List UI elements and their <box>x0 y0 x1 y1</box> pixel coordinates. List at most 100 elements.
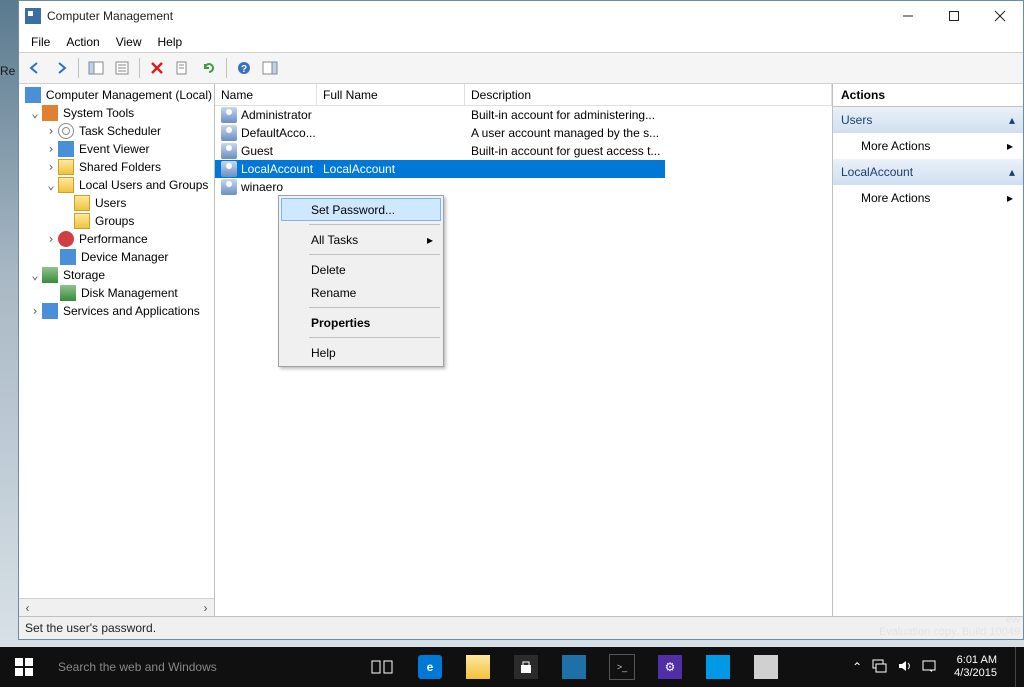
menu-all-tasks[interactable]: All Tasks▸ <box>281 228 441 251</box>
user-icon <box>221 107 237 123</box>
menu-properties[interactable]: Properties <box>281 311 441 334</box>
tree-performance[interactable]: Performance <box>77 232 150 246</box>
menu-delete[interactable]: Delete <box>281 258 441 281</box>
scroll-right-icon[interactable]: › <box>197 599 214 616</box>
list-body[interactable]: Administrator Built-in account for admin… <box>215 106 832 616</box>
submenu-arrow-icon: ▸ <box>427 233 433 247</box>
background-window-sliver: Re <box>0 30 18 640</box>
menu-file[interactable]: File <box>23 33 58 51</box>
tree-storage[interactable]: Storage <box>61 268 107 282</box>
taskbar-apps: e >_ ⚙ <box>358 647 790 687</box>
tree-device-manager[interactable]: Device Manager <box>79 250 170 264</box>
close-button[interactable] <box>977 1 1023 31</box>
column-description[interactable]: Description <box>465 84 832 106</box>
export-list-button[interactable] <box>171 56 195 80</box>
help-button[interactable]: ? <box>232 56 256 80</box>
actions-more-users[interactable]: More Actions ▸ <box>833 133 1023 159</box>
actions-group-localaccount[interactable]: LocalAccount ▴ <box>833 159 1023 185</box>
svg-text:?: ? <box>241 64 247 75</box>
menu-view[interactable]: View <box>108 33 150 51</box>
user-row[interactable]: Guest Built-in account for guest access … <box>215 142 832 160</box>
user-fullname <box>317 124 465 142</box>
expand-icon[interactable]: › <box>45 142 57 156</box>
user-desc <box>465 160 665 178</box>
network-icon[interactable] <box>872 659 888 676</box>
menu-rename[interactable]: Rename <box>281 281 441 304</box>
console-tree[interactable]: Computer Management (Local) ⌄ System Tool… <box>19 84 214 598</box>
maximize-button[interactable] <box>931 1 977 31</box>
actions-more-localaccount[interactable]: More Actions ▸ <box>833 185 1023 211</box>
app-button[interactable] <box>550 647 598 687</box>
menubar: File Action View Help <box>19 31 1023 52</box>
back-button[interactable] <box>23 56 47 80</box>
taskbar-search[interactable]: Search the web and Windows <box>48 647 358 687</box>
tree-root[interactable]: Computer Management (Local) <box>44 88 214 102</box>
titlebar[interactable]: Computer Management <box>19 1 1023 31</box>
tree-shared-folders[interactable]: Shared Folders <box>77 160 163 174</box>
edge-button[interactable]: e <box>406 647 454 687</box>
expand-icon[interactable]: › <box>45 160 57 174</box>
cmd-button[interactable]: >_ <box>598 647 646 687</box>
compmgmt-button[interactable] <box>742 647 790 687</box>
forward-button[interactable] <box>49 56 73 80</box>
clock-icon <box>58 123 74 139</box>
tree-event-viewer[interactable]: Event Viewer <box>77 142 151 156</box>
user-icon <box>221 143 237 159</box>
expand-icon[interactable]: › <box>45 232 57 246</box>
window-title: Computer Management <box>47 9 173 23</box>
actions-group-users[interactable]: Users ▴ <box>833 107 1023 133</box>
menu-separator <box>309 254 440 255</box>
tree-disk-management[interactable]: Disk Management <box>79 286 180 300</box>
show-hide-tree-button[interactable] <box>84 56 108 80</box>
properties-button[interactable] <box>110 56 134 80</box>
show-desktop-button[interactable] <box>1015 647 1022 687</box>
user-row[interactable]: Administrator Built-in account for admin… <box>215 106 832 124</box>
taskbar-clock[interactable]: 6:01 AM 4/3/2015 <box>946 654 1005 680</box>
tree-users[interactable]: Users <box>93 196 128 210</box>
collapse-icon[interactable]: ⌄ <box>45 178 57 192</box>
tree-local-users-groups[interactable]: Local Users and Groups <box>77 178 210 192</box>
expand-icon[interactable]: ⌄ <box>29 106 41 120</box>
expand-icon[interactable]: › <box>29 304 41 318</box>
app-button[interactable] <box>694 647 742 687</box>
delete-button[interactable] <box>145 56 169 80</box>
minimize-button[interactable] <box>885 1 931 31</box>
settings-button[interactable]: ⚙ <box>646 647 694 687</box>
store-button[interactable] <box>502 647 550 687</box>
action-pane-toggle[interactable] <box>258 56 282 80</box>
tree-horizontal-scrollbar[interactable]: ‹ › <box>19 598 214 616</box>
column-fullname[interactable]: Full Name <box>317 84 465 106</box>
user-row-selected[interactable]: LocalAccount LocalAccount <box>215 160 665 178</box>
volume-icon[interactable] <box>898 659 912 676</box>
tray-overflow-icon[interactable]: ⌃ <box>852 660 862 674</box>
tree-services-apps[interactable]: Services and Applications <box>61 304 202 318</box>
tree-task-scheduler[interactable]: Task Scheduler <box>77 124 163 138</box>
collapse-icon: ▴ <box>1009 165 1015 179</box>
menu-help[interactable]: Help <box>150 33 191 51</box>
menu-action[interactable]: Action <box>58 33 107 51</box>
user-name: Guest <box>241 144 273 158</box>
user-desc: A user account managed by the s... <box>465 124 832 142</box>
start-button[interactable] <box>0 647 48 687</box>
notifications-icon[interactable] <box>922 659 936 676</box>
user-desc: Built-in account for guest access t... <box>465 142 832 160</box>
expand-icon[interactable]: › <box>45 124 57 138</box>
user-row[interactable]: winaero <box>215 178 832 196</box>
refresh-button[interactable] <box>197 56 221 80</box>
user-icon <box>221 179 237 195</box>
column-name[interactable]: Name <box>215 84 317 106</box>
search-placeholder: Search the web and Windows <box>58 660 217 674</box>
actions-title: Actions <box>833 84 1023 107</box>
user-row[interactable]: DefaultAcco... A user account managed by… <box>215 124 832 142</box>
tree-groups[interactable]: Groups <box>93 214 136 228</box>
submenu-arrow-icon: ▸ <box>1007 191 1013 205</box>
menu-help[interactable]: Help <box>281 341 441 364</box>
user-icon <box>221 125 237 141</box>
collapse-icon[interactable]: ⌄ <box>29 268 41 282</box>
scroll-left-icon[interactable]: ‹ <box>19 599 36 616</box>
explorer-button[interactable] <box>454 647 502 687</box>
task-view-button[interactable] <box>358 647 406 687</box>
user-fullname <box>317 106 465 124</box>
menu-set-password[interactable]: Set Password... <box>281 198 441 221</box>
tree-system-tools[interactable]: System Tools <box>61 106 136 120</box>
